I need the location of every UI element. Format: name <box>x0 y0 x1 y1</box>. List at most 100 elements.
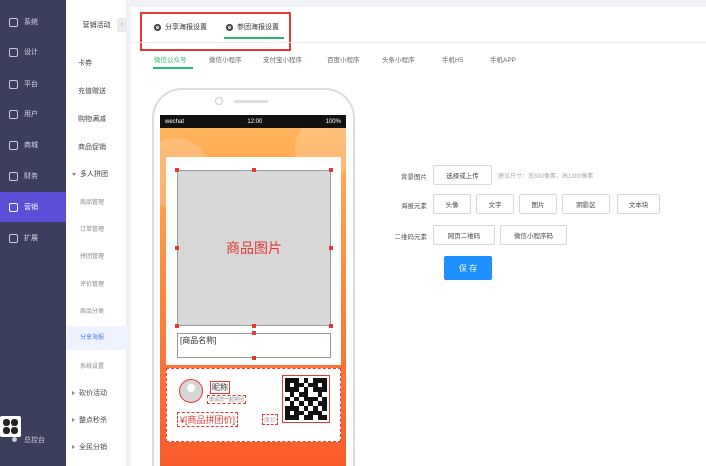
nickname-element[interactable]: 昵称 <box>210 381 230 394</box>
main-nav: 系统 设计 平台 用户 商城 财务 营销 扩展 总控台 <box>0 0 66 466</box>
avatar-element[interactable] <box>179 379 203 403</box>
user-icon <box>9 109 18 119</box>
nav-footer[interactable]: 总控台 <box>0 412 66 452</box>
menu-group-flash-sale[interactable]: 整点秒杀 <box>66 415 127 425</box>
resize-handle[interactable] <box>329 324 333 328</box>
nav-item-label: 营销 <box>24 204 38 211</box>
platform-tab-baidu-mini[interactable]: 百度小程序 <box>327 54 360 64</box>
nav-item-platform[interactable]: 平台 <box>0 69 66 99</box>
nav-item-label: 商城 <box>24 142 38 149</box>
divider <box>131 42 706 43</box>
resize-handle[interactable] <box>329 246 333 250</box>
menu-item-coupon[interactable]: 卡券 <box>66 58 127 68</box>
secondary-menu: 营销活动 卡券 充值赠送 购物满减 商品促销 多人拼团 商品管理 订单管理 拼团… <box>66 0 127 466</box>
original-price-element[interactable]: 原价 <box>262 414 279 425</box>
marketing-icon <box>9 202 18 212</box>
menu-group-label: 砍价活动 <box>79 390 107 397</box>
qrcode-elements-label: 二维码元素 <box>394 234 428 241</box>
resize-handle[interactable] <box>252 331 256 335</box>
chevron-right-icon <box>72 445 75 450</box>
chevron-down-icon <box>72 172 76 176</box>
menu-sub-reviews[interactable]: 评价管理 <box>66 279 127 288</box>
qrcode-element[interactable] <box>282 375 330 423</box>
nav-item-finance[interactable]: 财务 <box>0 161 66 191</box>
nav-item-system[interactable]: 系统 <box>0 7 66 37</box>
clock: 12:00 <box>247 118 263 125</box>
add-avatar-button[interactable]: 头像 <box>433 194 471 214</box>
platform-tab-wechat-mp[interactable]: 微信公众号 <box>154 54 187 64</box>
gear-icon <box>154 23 161 31</box>
menu-sub-category[interactable]: 商品分类 <box>66 306 127 315</box>
camera-icon <box>215 97 223 105</box>
platform-icon <box>9 79 18 89</box>
menu-group-label: 整点秒杀 <box>79 417 107 424</box>
menu-sub-group-manage[interactable]: 拼团管理 <box>66 251 127 260</box>
menu-item-recharge[interactable]: 充值赠送 <box>66 86 127 96</box>
upload-background-button[interactable]: 选择或上传 <box>433 165 492 185</box>
battery: 100% <box>325 118 341 125</box>
nav-item-marketing[interactable]: 营销 <box>0 192 66 222</box>
settings-icon <box>9 17 18 27</box>
platform-tab-wechat-mini[interactable]: 微信小程序 <box>209 54 242 64</box>
console-label: 总控台 <box>24 437 45 444</box>
poster-elements-label: 海报元素 <box>401 203 427 210</box>
menu-item-full-reduction[interactable]: 购物满减 <box>66 114 127 124</box>
add-textblock-button[interactable]: 文本块 <box>617 194 660 214</box>
add-image-button[interactable]: 图片 <box>519 194 557 214</box>
menu-collapse-button[interactable]: ‹ <box>117 18 127 32</box>
nav-item-user[interactable]: 用户 <box>0 99 66 129</box>
menu-group-group-buy[interactable]: 多人拼团 <box>66 169 127 179</box>
resize-handle[interactable] <box>252 324 256 328</box>
menu-group-bargain[interactable]: 砍价活动 <box>66 388 127 398</box>
add-web-qrcode-button[interactable]: 网页二维码 <box>433 225 495 245</box>
platform-tab-alipay-mini[interactable]: 支付宝小程序 <box>263 54 302 64</box>
tab-label: 参团海报设置 <box>237 24 279 31</box>
platform-tab-app[interactable]: 手机APP <box>490 54 516 64</box>
menu-group-label: 全民分销 <box>79 444 107 451</box>
earpiece <box>234 100 268 103</box>
nav-item-label: 财务 <box>24 173 38 180</box>
menu-sub-goods[interactable]: 商品管理 <box>66 197 127 206</box>
platform-tab-toutiao-mini[interactable]: 头条小程序 <box>382 54 415 64</box>
add-text-button[interactable]: 文字 <box>476 194 514 214</box>
platform-tab-indicator <box>153 67 193 69</box>
resize-handle[interactable] <box>175 246 179 250</box>
save-button[interactable]: 保 存 <box>444 256 492 280</box>
chevron-right-icon <box>72 391 75 396</box>
resize-handle[interactable] <box>252 168 256 172</box>
menu-group-label: 多人拼团 <box>80 171 108 178</box>
extension-icon <box>9 233 18 243</box>
add-shadow-button[interactable]: 阴影区 <box>562 194 610 214</box>
finance-icon <box>9 171 18 181</box>
menu-sub-settings[interactable]: 系统设置 <box>66 361 127 370</box>
resize-handle[interactable] <box>175 324 179 328</box>
background-size-hint: 建议尺寸：宽680像素，高1300像素 <box>498 174 594 180</box>
tab-group-poster[interactable]: 参团海报设置 <box>226 22 279 32</box>
nav-item-design[interactable]: 设计 <box>0 37 66 67</box>
add-miniprogram-code-button[interactable]: 微信小程序码 <box>500 225 567 245</box>
menu-sub-orders[interactable]: 订单管理 <box>66 224 127 233</box>
nav-item-label: 用户 <box>24 111 38 118</box>
price-element[interactable]: ¥[商品拼团价] <box>177 412 239 427</box>
nav-item-shop[interactable]: 商城 <box>0 130 66 160</box>
menu-sub-share-poster[interactable]: 分享海报 <box>66 326 127 350</box>
invite-text-element[interactable]: 邀请您一起拼团 <box>207 395 247 404</box>
nav-item-label: 平台 <box>24 81 38 88</box>
nav-item-extension[interactable]: 扩展 <box>0 223 66 253</box>
platform-tab-h5[interactable]: 手机H5 <box>442 54 463 64</box>
resize-handle[interactable] <box>252 356 256 360</box>
resize-handle[interactable] <box>175 168 179 172</box>
gear-icon <box>226 23 233 31</box>
design-icon <box>9 47 18 57</box>
resize-handle[interactable] <box>329 168 333 172</box>
app-root: 系统 设计 平台 用户 商城 财务 营销 扩展 总控台 营销活动 卡券 充值赠送… <box>0 0 706 466</box>
nav-item-label: 系统 <box>24 19 38 26</box>
console-icon <box>12 437 17 442</box>
menu-group-distribution[interactable]: 全民分销 <box>66 442 127 452</box>
goods-image-label: 商品图片 <box>226 240 282 256</box>
tab-share-poster[interactable]: 分享海报设置 <box>154 22 207 32</box>
goods-image-element[interactable]: 商品图片 <box>177 170 331 326</box>
menu-item-promotion[interactable]: 商品促销 <box>66 142 127 152</box>
goods-name-element[interactable]: [商品名称] <box>177 333 331 358</box>
background-label: 背景图片 <box>401 174 427 181</box>
